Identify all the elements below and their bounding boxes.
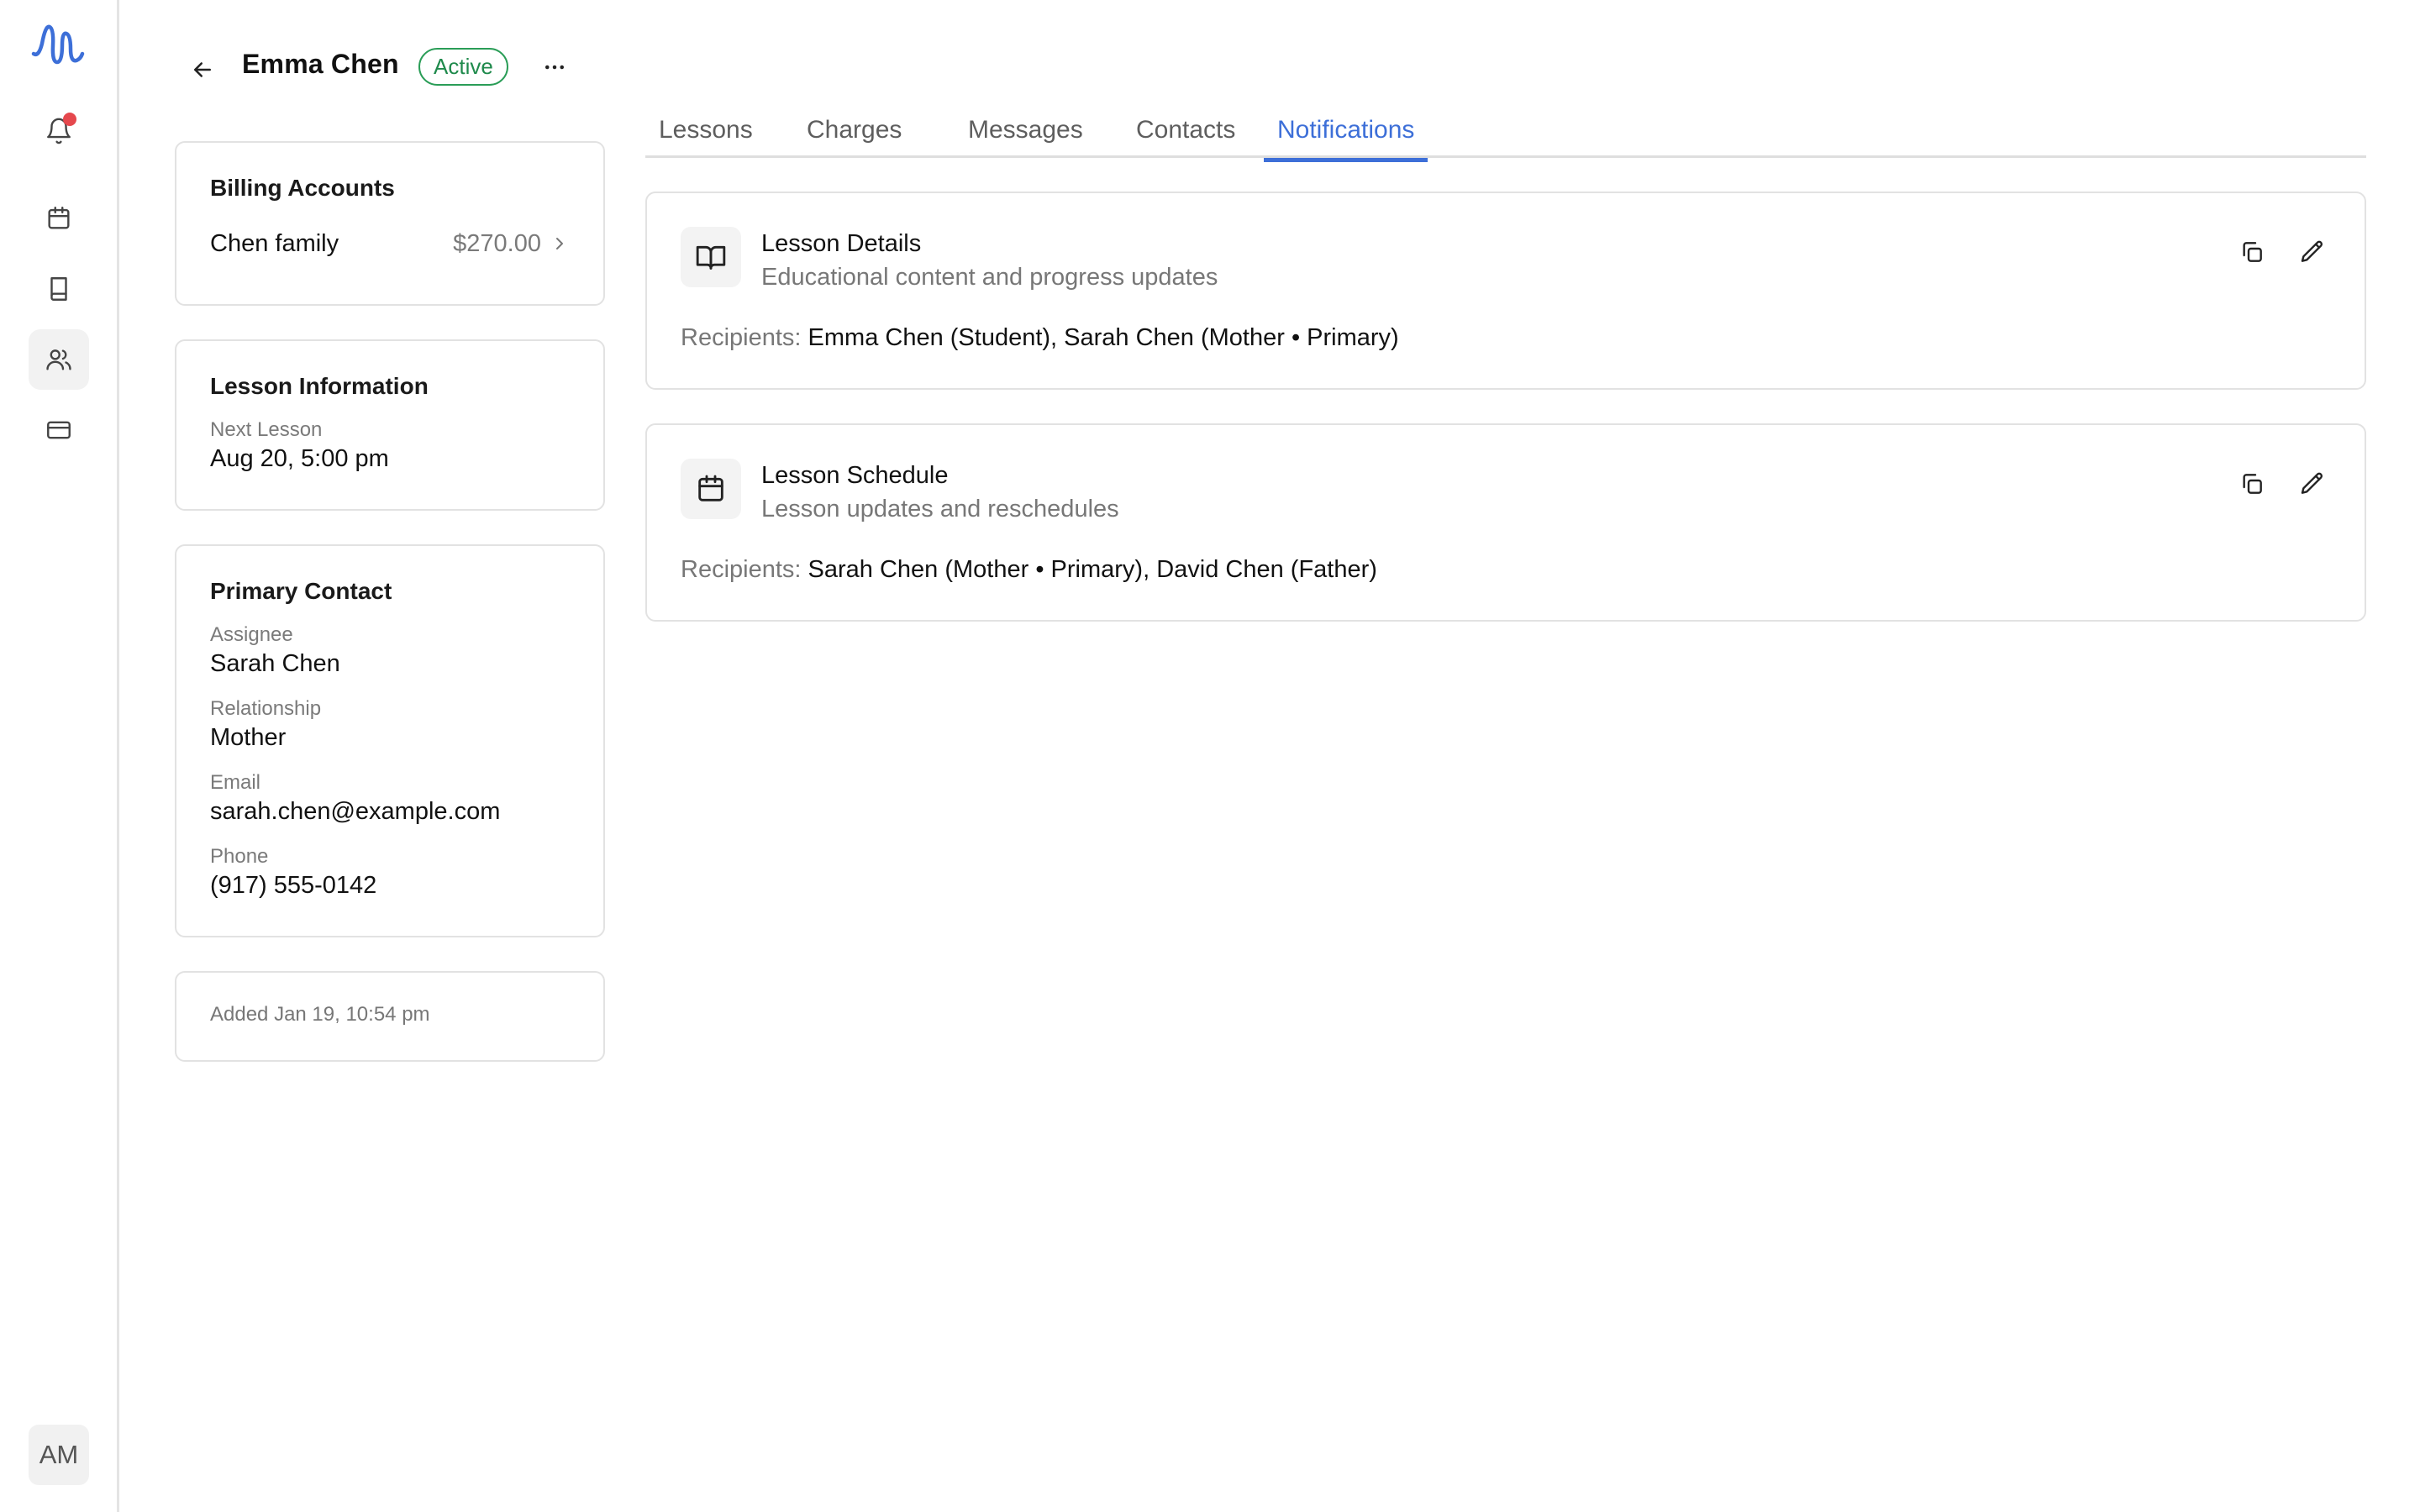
billing-accounts-title: Billing Accounts: [210, 175, 395, 201]
assignee-value: Sarah Chen: [210, 650, 340, 677]
nav-calendar[interactable]: [29, 188, 89, 249]
notification-dot: [63, 113, 76, 126]
sidebar: AM: [0, 0, 119, 1512]
copy-icon: [2243, 242, 2262, 262]
notification-icon-container: [681, 227, 741, 287]
notification-title: Lesson Details: [761, 230, 922, 257]
tab-bar: Lessons Charges Messages Contacts Notifi…: [645, 108, 2366, 162]
added-date-card: Added Jan 19, 10:54 pm: [175, 971, 605, 1062]
status-badge: Active: [418, 48, 508, 86]
avatar[interactable]: AM: [29, 1425, 89, 1485]
nav-billing[interactable]: [29, 400, 89, 460]
assignee-label: Assignee: [210, 623, 293, 646]
tab-contacts[interactable]: Contacts: [1123, 116, 1249, 156]
recipients-list: Sarah Chen (Mother • Primary), David Che…: [808, 556, 1377, 583]
lesson-information-title: Lesson Information: [210, 373, 429, 399]
tab-charges[interactable]: Charges: [793, 116, 915, 156]
notification-recipients: Recipients: Emma Chen (Student), Sarah C…: [681, 324, 1399, 352]
billing-account-amount: $270.00: [453, 229, 541, 257]
open-book-icon: [696, 245, 726, 270]
notification-subtitle: Educational content and progress updates: [761, 264, 1218, 291]
page-title: Emma Chen: [242, 49, 399, 79]
calendar-icon: [698, 475, 723, 501]
primary-contact-title: Primary Contact: [210, 578, 392, 604]
notification-title: Lesson Schedule: [761, 462, 949, 489]
back-button[interactable]: [185, 52, 220, 87]
ellipsis-icon: [545, 65, 564, 70]
duplicate-button[interactable]: [2232, 464, 2272, 504]
nav-notifications[interactable]: [29, 101, 89, 161]
relationship-label: Relationship: [210, 697, 322, 720]
pencil-icon: [2301, 240, 2323, 262]
primary-contact-card: Primary Contact Assignee Sarah Chen Rela…: [175, 544, 605, 937]
notification-icon-container: [681, 459, 741, 519]
duplicate-button[interactable]: [2232, 232, 2272, 272]
edit-button[interactable]: [2292, 232, 2333, 272]
next-lesson-label: Next Lesson: [210, 418, 323, 441]
copy-icon: [2243, 474, 2262, 494]
email-value[interactable]: sarah.chen@example.com: [210, 798, 500, 826]
notification-subtitle: Lesson updates and reschedules: [761, 496, 1119, 522]
phone-label: Phone: [210, 845, 269, 868]
billing-account-row[interactable]: Chen family $270.00: [210, 228, 570, 259]
book-icon: [50, 277, 67, 301]
tab-messages[interactable]: Messages: [955, 116, 1097, 156]
notification-recipients: Recipients: Sarah Chen (Mother • Primary…: [681, 556, 1377, 584]
next-lesson-value: Aug 20, 5:00 pm: [210, 445, 389, 472]
billing-accounts-card: Billing Accounts Chen family $270.00: [175, 141, 605, 306]
arrow-left-icon: [194, 62, 211, 77]
calendar-icon: [48, 207, 70, 229]
nav-lessons[interactable]: [29, 259, 89, 319]
billing-account-name: Chen family: [210, 229, 339, 257]
tab-lessons[interactable]: Lessons: [645, 116, 766, 156]
users-icon: [46, 349, 71, 370]
recipients-label: Recipients:: [681, 324, 802, 351]
notification-card-lesson-details: Lesson Details Educational content and p…: [645, 192, 2366, 390]
added-date: Added Jan 19, 10:54 pm: [210, 1003, 430, 1026]
nav-students[interactable]: [29, 329, 89, 390]
notification-card-lesson-schedule: Lesson Schedule Lesson updates and resch…: [645, 423, 2366, 622]
more-options-button[interactable]: [538, 50, 571, 84]
recipients-list: Emma Chen (Student), Sarah Chen (Mother …: [808, 324, 1399, 351]
email-label: Email: [210, 771, 261, 794]
edit-button[interactable]: [2292, 464, 2333, 504]
relationship-value: Mother: [210, 724, 287, 751]
tab-notifications[interactable]: Notifications: [1264, 116, 1428, 162]
chevron-right-icon: [556, 238, 563, 249]
recipients-label: Recipients:: [681, 556, 802, 583]
waveform-logo[interactable]: [29, 18, 89, 69]
phone-value[interactable]: (917) 555-0142: [210, 872, 376, 900]
lesson-information-card: Lesson Information Next Lesson Aug 20, 5…: [175, 339, 605, 511]
pencil-icon: [2301, 472, 2323, 494]
credit-card-icon: [47, 421, 71, 439]
